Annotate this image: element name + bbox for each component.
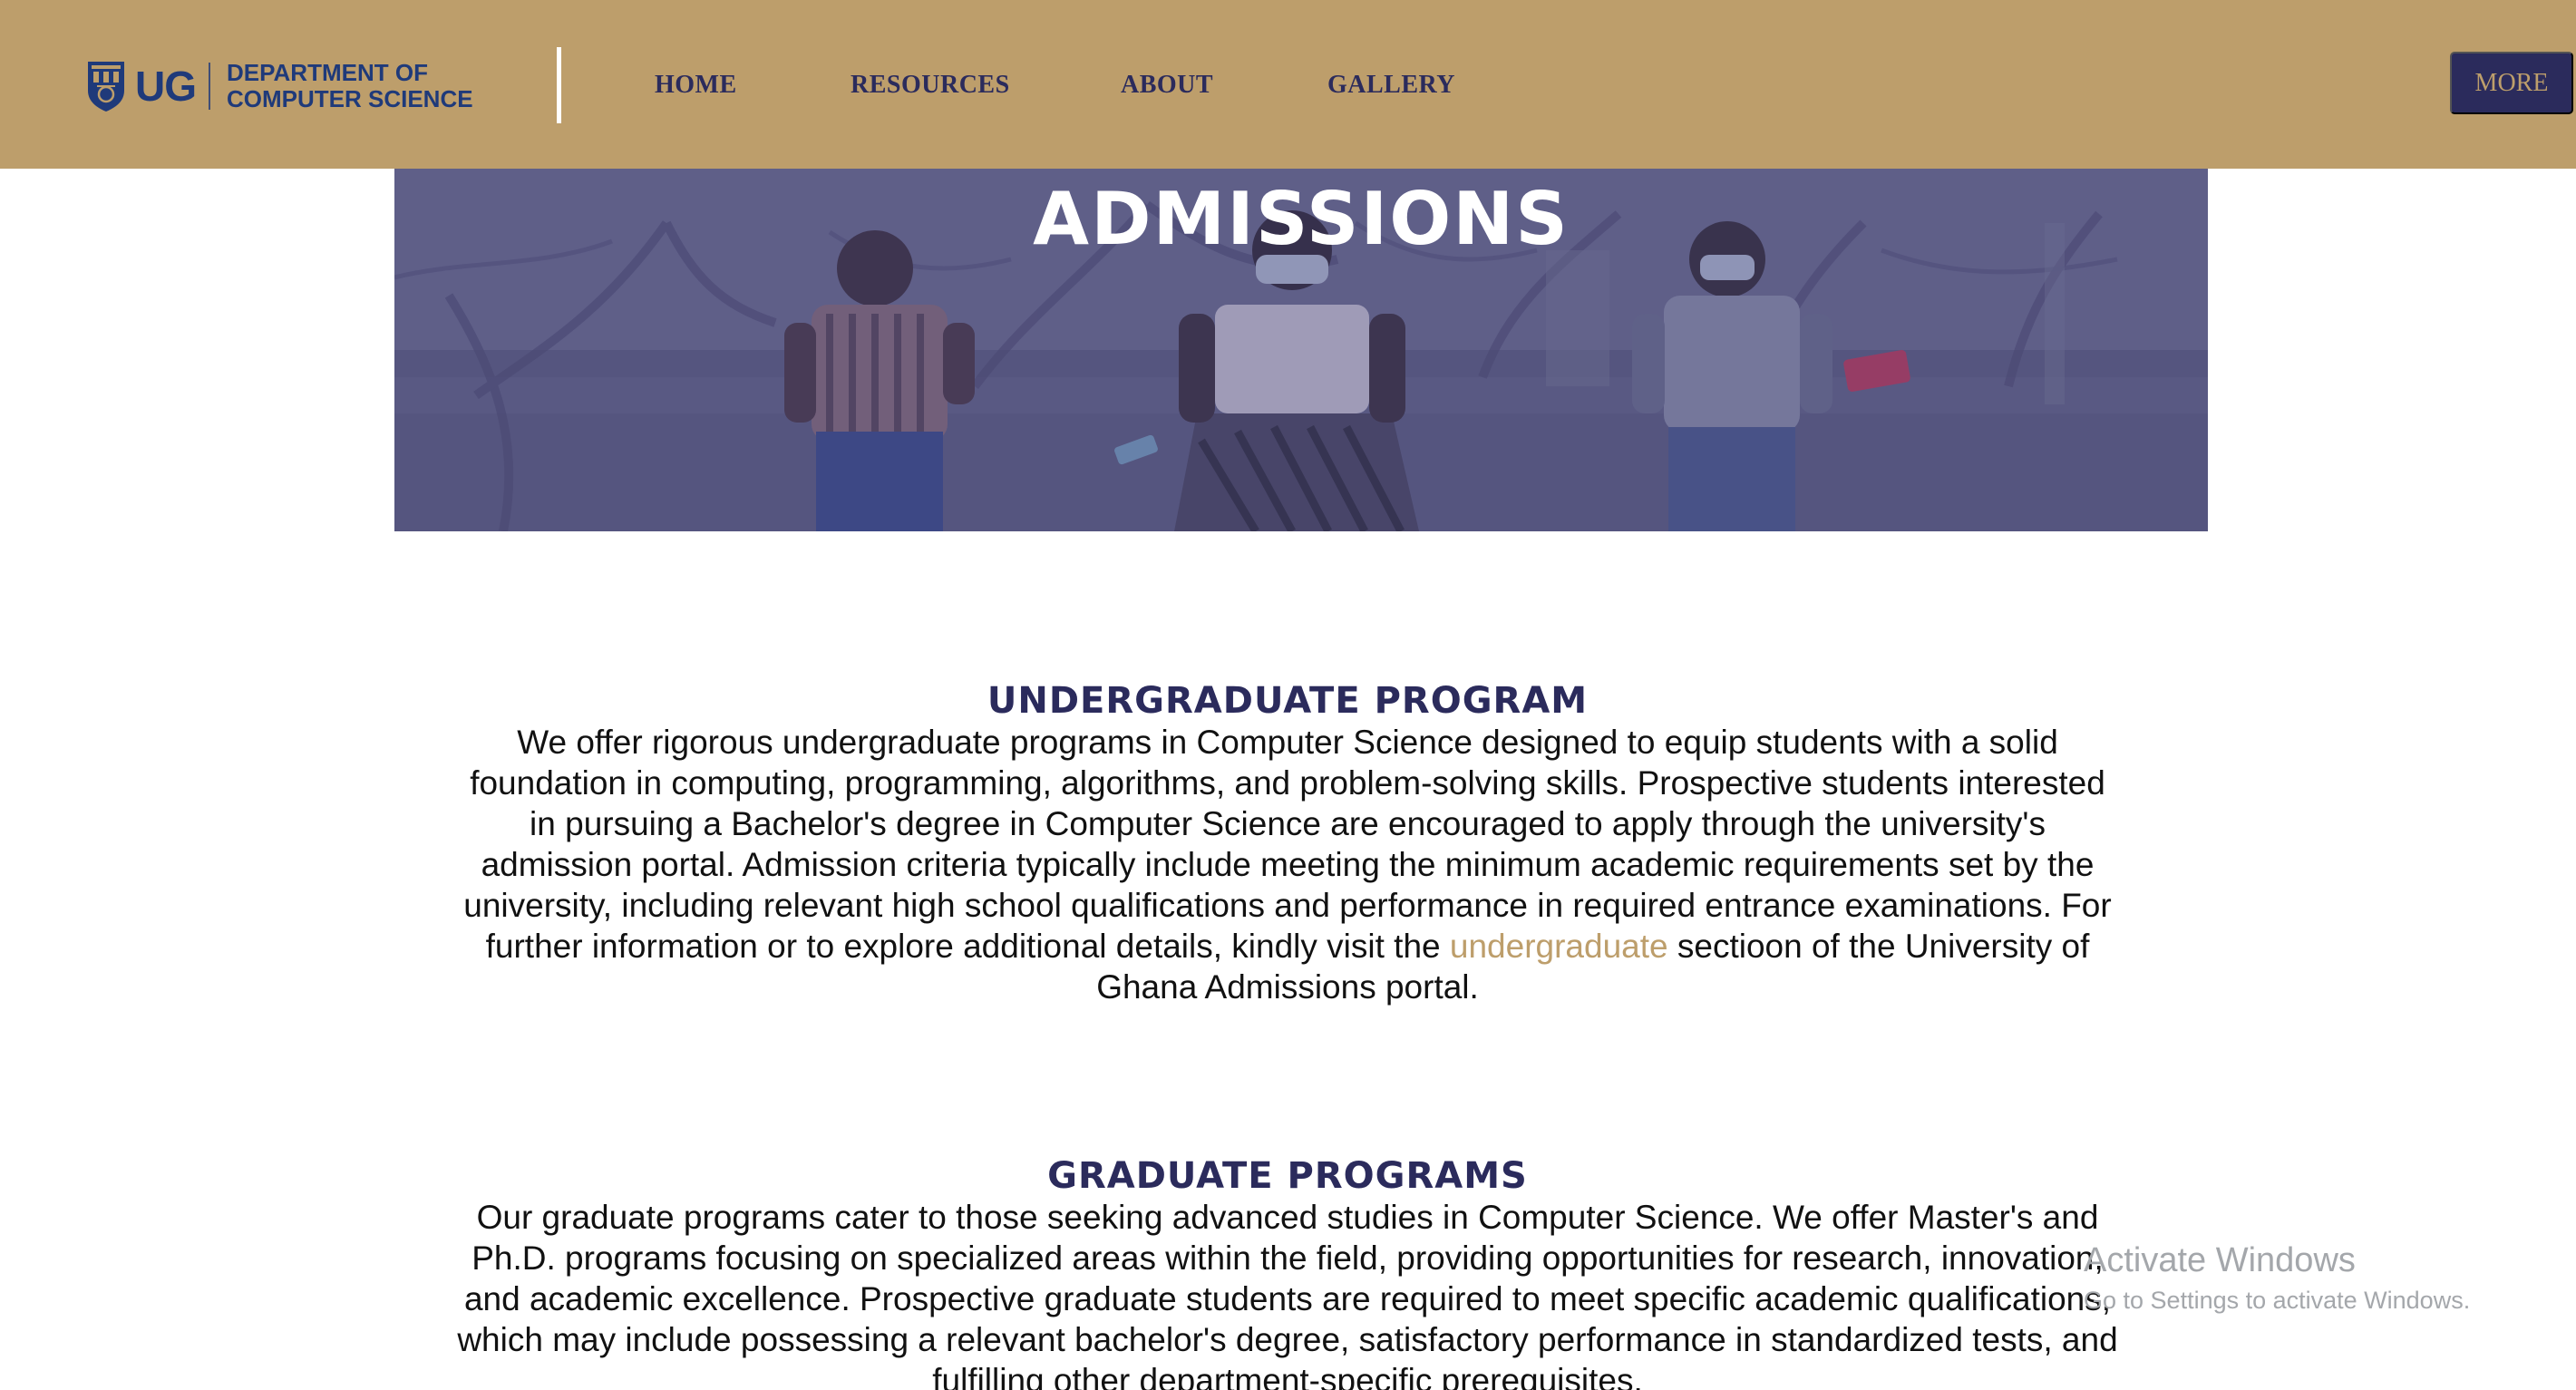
logo-ug-mark: UG bbox=[135, 63, 197, 110]
site-header: UG DEPARTMENT OF COMPUTER SCIENCE HOME R… bbox=[0, 0, 2576, 169]
graduate-heading: GRADUATE PROGRAMS bbox=[1047, 1155, 1528, 1197]
logo-department-name: DEPARTMENT OF COMPUTER SCIENCE bbox=[227, 60, 473, 112]
undergraduate-heading: UNDERGRADUATE PROGRAM bbox=[987, 680, 1589, 722]
hero-title: ADMISSIONS bbox=[1033, 177, 1570, 261]
logo-line-1: DEPARTMENT OF bbox=[227, 59, 428, 86]
page: UG DEPARTMENT OF COMPUTER SCIENCE HOME R… bbox=[0, 0, 2576, 1390]
graduate-description: Our graduate programs cater to those see… bbox=[457, 1199, 2118, 1390]
graduate-section: GRADUATE PROGRAMS Our graduate programs … bbox=[453, 1155, 2122, 1390]
admissions-hero: ADMISSIONS bbox=[394, 169, 2208, 531]
watermark-title: Activate Windows bbox=[2084, 1241, 2356, 1279]
undergraduate-portal-link[interactable]: undergraduate bbox=[1450, 928, 1668, 965]
watermark-subtitle: Go to Settings to activate Windows. bbox=[2084, 1287, 2471, 1314]
nav-resources[interactable]: RESOURCES bbox=[851, 71, 1010, 100]
activate-windows-watermark: Activate Windows Go to Settings to activ… bbox=[2084, 1240, 2470, 1317]
university-crest-icon bbox=[88, 62, 124, 112]
nav-gallery[interactable]: GALLERY bbox=[1327, 71, 1455, 100]
logo-separator bbox=[209, 63, 210, 110]
site-logo[interactable]: UG DEPARTMENT OF COMPUTER SCIENCE bbox=[86, 58, 473, 114]
logo-line-2: COMPUTER SCIENCE bbox=[227, 85, 473, 112]
undergraduate-section: UNDERGRADUATE PROGRAM We offer rigorous … bbox=[453, 680, 2122, 1007]
nav-about[interactable]: ABOUT bbox=[1121, 71, 1213, 100]
undergraduate-description: We offer rigorous undergraduate programs… bbox=[453, 722, 2122, 1007]
nav-home[interactable]: HOME bbox=[655, 71, 737, 100]
header-divider bbox=[557, 47, 561, 123]
more-button[interactable]: MORE bbox=[2450, 52, 2573, 114]
